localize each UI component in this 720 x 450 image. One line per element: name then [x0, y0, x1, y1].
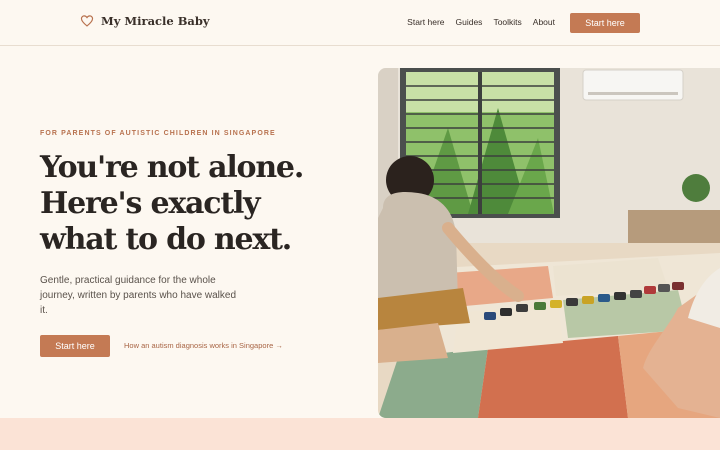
hero-eyebrow: FOR PARENTS OF AUTISTIC CHILDREN IN SING… — [40, 130, 276, 137]
nav-link-about[interactable]: About — [533, 17, 555, 27]
headline-line-2: Here's exactly — [40, 186, 261, 221]
diagnosis-guide-link[interactable]: How an autism diagnosis works in Singapo… — [124, 341, 283, 350]
nav-link-start-here[interactable]: Start here — [407, 17, 444, 27]
nav-start-here-button[interactable]: Start here — [570, 13, 640, 33]
hero-photo-child-playing-toy-cars — [378, 68, 720, 418]
nav-link-guides[interactable]: Guides — [456, 17, 483, 27]
hero-illustration — [378, 68, 720, 418]
nav-links: Start here Guides Toolkits About — [407, 17, 555, 27]
hero-headline: You're not alone. Here's exactly what to… — [40, 150, 350, 258]
headline-line-1: You're not alone. — [40, 150, 304, 185]
top-navigation: My Miracle Baby Start here Guides Toolki… — [0, 0, 720, 46]
next-section-band — [0, 418, 720, 450]
nav-link-toolkits[interactable]: Toolkits — [493, 17, 521, 27]
hero-subtitle: Gentle, practical guidance for the whole… — [40, 275, 237, 316]
heart-outline-icon — [80, 15, 94, 27]
brand-logo[interactable]: My Miracle Baby — [80, 14, 210, 28]
hero-start-here-button[interactable]: Start here — [40, 335, 110, 357]
brand-name: My Miracle Baby — [101, 14, 210, 28]
headline-line-3: what to do next. — [40, 222, 292, 257]
